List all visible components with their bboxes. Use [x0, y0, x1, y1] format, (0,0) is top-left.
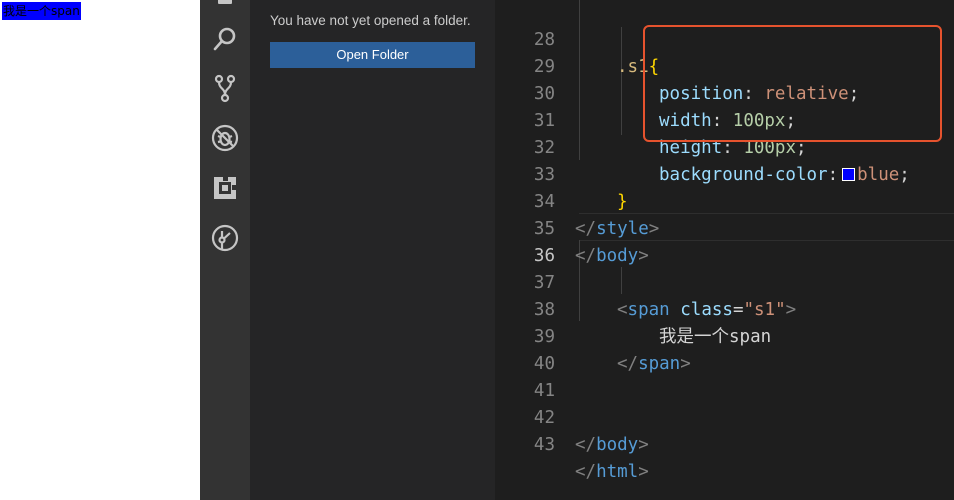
code-line: 37 <span class="s1">: [495, 243, 954, 320]
tag-bracket: </: [575, 462, 597, 482]
code-line: 43 </html>: [495, 405, 954, 482]
line-content: </body>: [575, 432, 649, 459]
tag-bracket: >: [638, 462, 649, 482]
tag-bracket: </: [575, 435, 597, 455]
tag-name: html: [596, 462, 639, 482]
code-line: 39 </span>: [495, 297, 954, 374]
code-editor[interactable]: 28 .s1{ 29 position: relative; 30 width:…: [495, 0, 954, 500]
debug-disabled-icon[interactable]: [210, 123, 240, 153]
code-line: 41: [495, 351, 954, 401]
code-line: 38 我是一个span: [495, 270, 954, 347]
code-line: 34 </style>: [495, 162, 954, 239]
extensions-icon[interactable]: [210, 173, 240, 203]
activity-bar: [200, 0, 250, 500]
code-line: 28 .s1{: [495, 0, 954, 77]
tag-name: body: [596, 435, 639, 455]
source-control-icon[interactable]: [210, 73, 240, 103]
line-number: 43: [533, 435, 555, 455]
code-line: 36: [495, 216, 954, 266]
tag-bracket: >: [638, 435, 649, 455]
annotation-highlight-box: [643, 25, 942, 142]
preview-span-element: 我是一个span: [2, 2, 81, 20]
code-line: 40: [495, 324, 954, 374]
explorer-icon[interactable]: [210, 0, 240, 12]
no-folder-message: You have not yet opened a folder.: [270, 13, 471, 28]
browser-preview: 我是一个span: [0, 0, 200, 500]
search-icon[interactable]: [210, 24, 240, 54]
git-graph-icon[interactable]: [210, 223, 240, 253]
explorer-sidebar: You have not yet opened a folder. Open F…: [250, 0, 495, 500]
code-line: 35 </body>: [495, 189, 954, 266]
line-content: </html>: [575, 459, 649, 486]
open-folder-button[interactable]: Open Folder: [270, 42, 475, 68]
code-line: 42 </body>: [495, 378, 954, 455]
